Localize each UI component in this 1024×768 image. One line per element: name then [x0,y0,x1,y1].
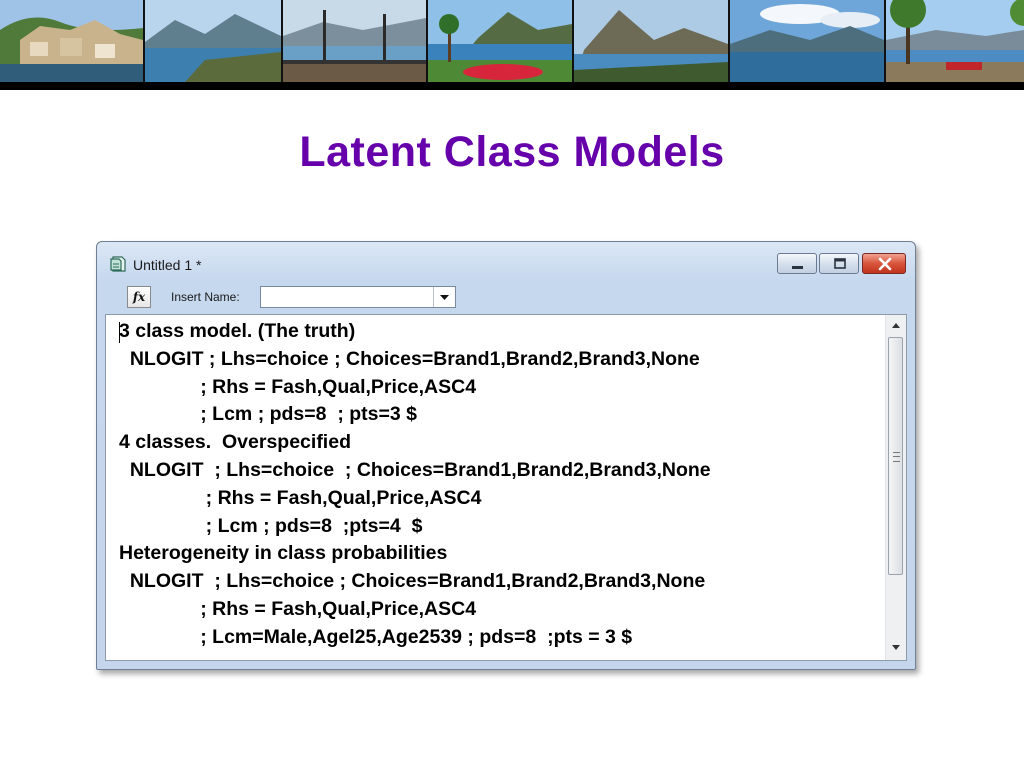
photo-mountain-lake-view [145,0,283,82]
insert-name-label: Insert Name: [171,290,240,304]
insert-function-button[interactable]: fx [127,286,151,308]
code-line: NLOGIT ; Lhs=choice ; Choices=Brand1,Bra… [119,459,711,481]
code-line: ; Lcm=Male,Agel25,Age2539 ; pds=8 ;pts =… [119,625,633,648]
scroll-thumb[interactable] [888,337,903,575]
scroll-down-button[interactable] [886,638,906,656]
maximize-icon [834,258,846,269]
insert-name-select[interactable] [260,286,456,308]
photo-lakeside-village [0,0,145,82]
maximize-button[interactable] [819,253,859,274]
close-button[interactable] [862,253,906,274]
scroll-up-icon [892,323,900,328]
photo-lake-flowerbed-palms [428,0,574,82]
photo-lake-mountain-hill [574,0,730,82]
editor-window[interactable]: Untitled 1 * fx Insert Name: 3 class mod… [96,241,916,670]
code-line: ; Rhs = Fash,Qual,Price,ASC4 [119,598,477,620]
window-title: Untitled 1 * [133,257,202,273]
minimize-icon [792,266,803,269]
function-icon: fx [132,290,146,304]
grip-icon [893,452,900,462]
code-line: NLOGIT ; Lhs=choice ; Choices=Brand1,Bra… [119,347,700,370]
photo-banner [0,0,1024,82]
document-icon [109,255,127,273]
title-bar[interactable]: Untitled 1 * [97,242,915,284]
code-line: NLOGIT ; Lhs=choice ; Choices=Brand1,Bra… [119,570,706,593]
code-line: ; Lcm ; pds=8 ;pts=4 $ [119,514,423,537]
code-line: 4 classes. Overspecified [119,431,351,454]
vertical-scrollbar[interactable] [885,315,906,660]
dropdown-arrow-button[interactable] [433,287,455,307]
chevron-down-icon [440,295,449,300]
code-line: ; Rhs = Fash,Qual,Price,ASC4 [119,486,482,509]
code-line: 3 class model. (The truth) [119,320,356,342]
editor-toolbar: fx Insert Name: [105,284,907,312]
banner-divider [0,82,1024,90]
command-editor[interactable]: 3 class model. (The truth) NLOGIT ; Lhs=… [105,314,907,661]
code-line: Heterogeneity in class probabilities [119,542,448,565]
code-line: ; Rhs = Fash,Qual,Price,ASC4 [119,375,477,398]
close-icon [878,257,892,271]
photo-lake-promenade-lamps [283,0,428,82]
photo-alpine-lake-clouds [730,0,886,82]
slide-title: Latent Class Models [299,128,725,176]
scroll-down-icon [892,645,900,650]
minimize-button[interactable] [777,253,817,274]
photo-lakeside-park-bench [886,0,1024,82]
scroll-up-button[interactable] [886,317,906,335]
code-line: ; Lcm ; pds=8 ; pts=3 $ [119,403,417,426]
